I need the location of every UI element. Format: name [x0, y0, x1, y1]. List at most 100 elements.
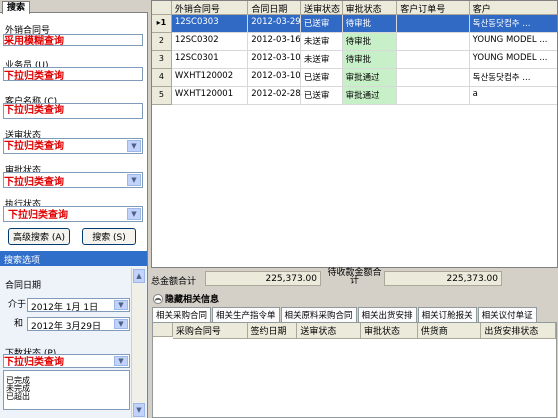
submit-status-hint: 下拉归类查询	[4, 141, 64, 152]
table-cell-submit[interactable]: 已送审	[300, 87, 343, 105]
order-status-hint: 下拉归类查询	[4, 357, 64, 368]
column-header[interactable]: 签约日期	[247, 323, 298, 339]
tab-negotiation-docs[interactable]: 相关议付单证	[477, 307, 537, 323]
advanced-search-button[interactable]: 高级搜索 (A)	[8, 228, 70, 245]
to-date-picker[interactable]: 2012年 3月29日 ▼	[27, 317, 130, 332]
table-cell-submit[interactable]: 未送审	[300, 33, 343, 51]
table-cell-date[interactable]: 2012-03-16	[248, 33, 301, 51]
to-date-value: 2012年 3月29日	[31, 322, 101, 332]
table-cell-submit[interactable]: 已送审	[300, 15, 343, 33]
left-panel: 搜索 外销合同号 采用模糊查询 业务员 (U) 下拉归类查询 客户名称 (C) …	[0, 0, 148, 418]
column-header[interactable]: 采购合同号	[172, 323, 248, 339]
table-cell-approve[interactable]: 待审批	[342, 33, 398, 51]
tab-production-orders[interactable]: 相关生产指令单	[212, 307, 280, 323]
row-number[interactable]: 5	[152, 87, 172, 105]
table-cell-approve[interactable]: 审批通过	[342, 87, 398, 105]
chevron-down-icon[interactable]: ▼	[114, 356, 128, 366]
row-number[interactable]: 2	[152, 33, 172, 51]
table-cell-approve[interactable]: 待审批	[342, 15, 398, 33]
table-cell-order[interactable]	[397, 51, 470, 69]
table-cell-customer[interactable]: 독산동닷컴추 ...	[469, 69, 557, 87]
table-cell-contract[interactable]: 12SC0302	[171, 33, 249, 51]
column-header[interactable]: 合同日期	[248, 1, 301, 15]
table-cell-customer[interactable]: a	[469, 87, 557, 105]
related-panel: ︽ 隐藏相关信息 相关采购合同 相关生产指令单 相关原料采购合同 相关出货安排 …	[151, 289, 558, 418]
collapse-toggle[interactable]: ︽ 隐藏相关信息	[153, 292, 219, 305]
grid-corner	[153, 323, 173, 337]
column-header[interactable]: 审批状态	[361, 323, 418, 339]
related-tabs: 相关采购合同 相关生产指令单 相关原料采购合同 相关出货安排 相关订舱报关 相关…	[152, 307, 537, 323]
column-header[interactable]: 送审状态	[297, 323, 361, 339]
table-cell-order[interactable]	[397, 87, 470, 105]
receivable-label: 待收款金额合计	[327, 268, 382, 286]
left-scrollbar[interactable]: ▲ ▼	[131, 268, 146, 418]
row-number[interactable]: ▸1	[152, 15, 172, 33]
grid-corner	[152, 1, 172, 15]
receivable-amount: 225,373.00	[384, 271, 502, 286]
table-cell-customer[interactable]: YOUNG MODEL ...	[469, 51, 557, 69]
table-cell-order[interactable]	[397, 33, 470, 51]
table-cell-contract[interactable]: 12SC0301	[171, 51, 249, 69]
table-cell-date[interactable]: 2012-02-28	[248, 87, 301, 105]
column-header[interactable]: 客户订单号	[397, 1, 470, 15]
table-row[interactable]: 5 WXHT120001 2012-02-28 已送审 审批通过 a	[152, 87, 557, 105]
table-cell-submit[interactable]: 已送审	[300, 69, 343, 87]
table-cell-approve[interactable]: 审批通过	[342, 69, 398, 87]
salesman-hint: 下拉归类查询	[4, 71, 64, 82]
column-header[interactable]: 审批状态	[342, 1, 398, 15]
related-grid: 采购合同号 签约日期 送审状态 审批状态 供货商 出货安排状态	[152, 322, 557, 418]
related-grid-header: 采购合同号 签约日期 送审状态 审批状态 供货商 出货安排状态	[153, 323, 556, 339]
collapse-toggle-label: 隐藏相关信息	[165, 295, 220, 305]
scroll-up-icon[interactable]: ▲	[133, 269, 145, 283]
chevron-down-icon[interactable]: ▼	[127, 140, 141, 152]
table-row[interactable]: 3 12SC0301 2012-03-10 未送审 待审批 YOUNG MODEL ...	[152, 51, 557, 69]
tab-shipment-plan[interactable]: 相关出货安排	[357, 307, 417, 323]
table-row[interactable]: 2 12SC0302 2012-03-16 未送审 待审批 YOUNG MODEL ...	[152, 33, 557, 51]
table-row[interactable]: ▸1 12SC0303 2012-03-29 已送审 待审批 독산동닷컴추 ...	[152, 15, 557, 33]
order-status-list[interactable]: 已完成 未完成 已超出	[3, 370, 130, 410]
from-date-value: 2012年 1月 1日	[31, 303, 99, 313]
table-cell-submit[interactable]: 未送审	[300, 51, 343, 69]
customer-hint: 下拉归类查询	[4, 105, 64, 116]
column-header[interactable]: 供货商	[417, 323, 482, 339]
total-amount: 225,373.00	[205, 271, 321, 286]
column-header[interactable]: 客户	[469, 1, 557, 15]
chevron-down-icon[interactable]: ▼	[127, 174, 141, 186]
column-header[interactable]: 外销合同号	[171, 1, 249, 15]
table-cell-contract[interactable]: WXHT120002	[171, 69, 249, 87]
search-options-header[interactable]: 搜索选项	[0, 251, 147, 266]
tab-material-purchase[interactable]: 相关原料采购合同	[280, 307, 357, 323]
table-cell-order[interactable]	[397, 69, 470, 87]
table-cell-customer[interactable]: YOUNG MODEL ...	[469, 33, 557, 51]
tab-booking-customs[interactable]: 相关订舱报关	[417, 307, 477, 323]
grid-header: 外销合同号 合同日期 送审状态 审批状态 客户订单号 客户	[152, 1, 557, 15]
column-header[interactable]: 送审状态	[300, 1, 343, 15]
scroll-down-icon[interactable]: ▼	[133, 403, 145, 417]
row-number[interactable]: 4	[152, 69, 172, 87]
column-header[interactable]: 出货安排状态	[481, 323, 556, 339]
list-item[interactable]: 已超出	[6, 393, 127, 401]
chevron-down-icon[interactable]: ▼	[114, 300, 128, 310]
exec-status-hint: 下拉归类查询	[8, 210, 68, 221]
table-cell-date[interactable]: 2012-03-10	[248, 69, 301, 87]
total-label: 总金额合计	[151, 277, 197, 287]
from-date-picker[interactable]: 2012年 1月 1日 ▼	[27, 298, 130, 313]
table-cell-date[interactable]: 2012-03-10	[248, 51, 301, 69]
search-button[interactable]: 搜索 (S)	[82, 228, 136, 245]
table-cell-order[interactable]	[397, 15, 470, 33]
chevron-down-icon[interactable]: ▼	[127, 208, 141, 220]
table-cell-customer[interactable]: 독산동닷컴추 ...	[469, 15, 557, 33]
chevron-down-icon[interactable]: ▼	[114, 319, 128, 329]
to-label: 和	[14, 319, 24, 329]
contract-grid: 外销合同号 合同日期 送审状态 审批状态 客户订单号 客户 ▸1 12SC0303…	[151, 0, 558, 268]
table-cell-approve[interactable]: 待审批	[342, 51, 398, 69]
tab-search[interactable]: 搜索	[2, 1, 31, 14]
totals-bar: 总金额合计 225,373.00 待收款金额合计 225,373.00	[151, 269, 558, 289]
tab-purchase-contracts[interactable]: 相关采购合同	[152, 307, 212, 323]
double-chevron-up-icon[interactable]: ︽	[153, 293, 163, 304]
table-row[interactable]: 4 WXHT120002 2012-03-10 已送审 审批通过 독산동닷컴추 ...	[152, 69, 557, 87]
table-cell-date[interactable]: 2012-03-29	[248, 15, 301, 33]
table-cell-contract[interactable]: 12SC0303	[171, 15, 249, 33]
row-number[interactable]: 3	[152, 51, 172, 69]
table-cell-contract[interactable]: WXHT120001	[171, 87, 249, 105]
